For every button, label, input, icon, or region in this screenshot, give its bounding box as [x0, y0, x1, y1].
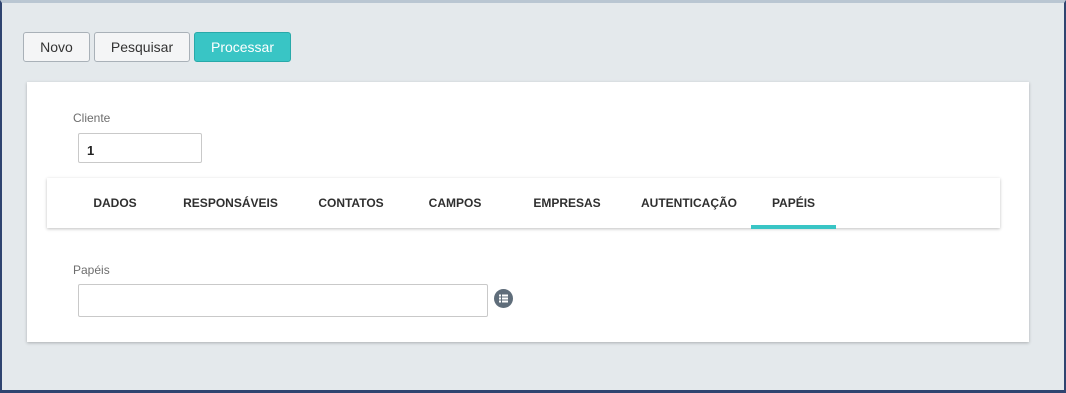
tab-campos[interactable]: CAMPOS — [412, 178, 498, 228]
processar-button[interactable]: Processar — [194, 32, 291, 62]
tab-bar: DADOS RESPONSÁVEIS CONTATOS CAMPOS EMPRE… — [47, 178, 1000, 229]
pesquisar-button[interactable]: Pesquisar — [94, 32, 190, 62]
toolbar: Novo Pesquisar Processar — [23, 32, 291, 62]
list-icon[interactable] — [494, 289, 513, 308]
novo-button[interactable]: Novo — [23, 32, 90, 62]
tab-dados[interactable]: DADOS — [72, 178, 158, 228]
cliente-input[interactable] — [78, 133, 202, 163]
cliente-label: Cliente — [73, 111, 111, 125]
tab-empresas[interactable]: EMPRESAS — [522, 178, 612, 228]
papeis-label: Papéis — [73, 263, 110, 277]
papeis-input[interactable] — [78, 284, 488, 317]
tab-responsaveis[interactable]: RESPONSÁVEIS — [178, 178, 283, 228]
tab-papeis[interactable]: PAPÉIS — [751, 178, 836, 229]
tab-contatos[interactable]: CONTATOS — [302, 178, 400, 228]
tab-autenticacao[interactable]: AUTENTICAÇÃO — [635, 178, 743, 228]
form-panel: Cliente DADOS RESPONSÁVEIS CONTATOS CAMP… — [27, 82, 1029, 342]
